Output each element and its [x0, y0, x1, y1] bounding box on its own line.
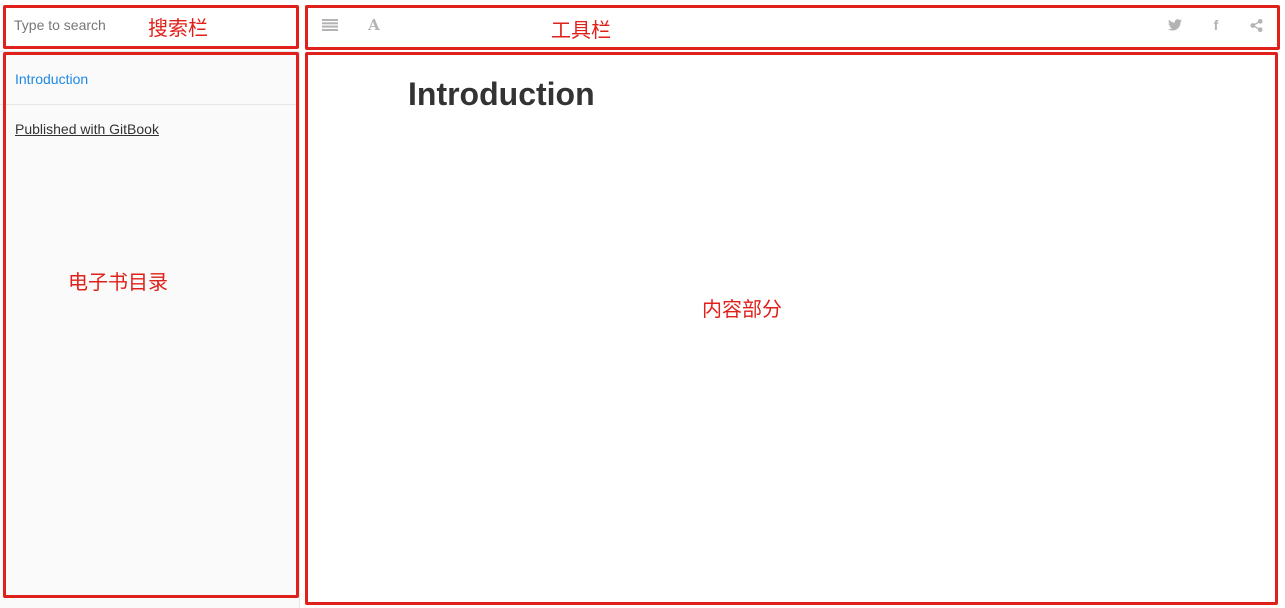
toc-annotation-box — [3, 52, 299, 598]
toolbar-annotation-box — [305, 5, 1280, 50]
toc-annotation-label: 电子书目录 — [68, 270, 168, 294]
search-bar-annotation-label: 搜索栏 — [148, 16, 208, 40]
content-annotation-label: 内容部分 — [702, 297, 782, 321]
content-annotation-box — [305, 52, 1278, 605]
toolbar-annotation-label: 工具栏 — [551, 18, 611, 42]
